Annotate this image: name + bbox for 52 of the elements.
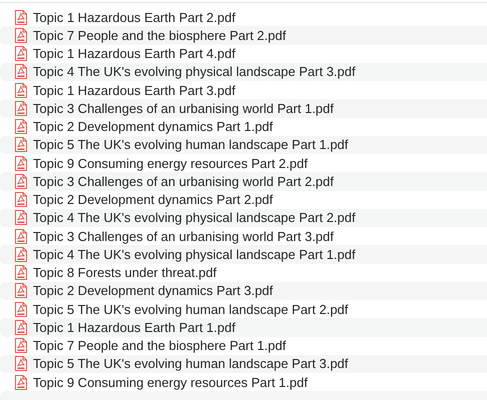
pdf-file-icon — [15, 320, 27, 335]
pdf-file-icon — [15, 82, 27, 98]
file-row[interactable]: Topic 1 Hazardous Earth Part 1.pdf — [0, 318, 487, 336]
file-name: Topic 4 The UK's evolving physical landscape Part 2.pdf — [33, 211, 356, 224]
pdf-file-icon — [15, 137, 27, 152]
file-row[interactable]: Topic 5 The UK's evolving human landscape Part 1.pdf — [0, 136, 487, 154]
file-name: Topic 3 Challenges of an urbanising world Part 3.pdf — [33, 230, 334, 243]
file-row[interactable]: Topic 3 Challenges of an urbanising world Part 2.pdf — [0, 172, 487, 190]
file-name: Topic 1 Hazardous Earth Part 3.pdf — [33, 84, 236, 97]
pdf-file-icon — [15, 46, 27, 62]
pdf-file-icon — [15, 156, 27, 171]
file-name: Topic 8 Forests under threat.pdf — [33, 266, 217, 280]
file-name: Topic 7 People and the biosphere Part 2.pdf — [33, 28, 286, 42]
file-name: Topic 3 Challenges of an urbanising world Part 2.pdf — [33, 174, 334, 188]
pdf-file-icon — [15, 192, 27, 208]
pdf-file-icon — [15, 302, 27, 317]
file-name: Topic 5 The UK's evolving human landscape Part 2.pdf — [33, 302, 348, 316]
file-name: Topic 9 Consuming energy resources Part 1.pdf — [33, 376, 308, 389]
file-name: Topic 5 The UK's evolving human landscape Part 3.pdf — [33, 357, 348, 370]
file-name: Topic 1 Hazardous Earth Part 4.pdf — [33, 47, 236, 60]
file-name: Topic 9 Consuming energy resources Part 2.pdf — [33, 156, 308, 170]
pdf-file-icon — [15, 228, 27, 244]
pdf-file-icon — [15, 119, 27, 134]
pdf-file-icon — [15, 356, 27, 372]
file-row[interactable]: Topic 4 The UK's evolving physical landscape Part 3.pdf — [0, 62, 487, 81]
file-row[interactable]: Topic 5 The UK's evolving human landscape Part 3.pdf — [0, 354, 487, 373]
file-row[interactable]: Topic 3 Challenges of an urbanising world Part 1.pdf — [0, 99, 487, 118]
pdf-file-icon — [15, 28, 27, 43]
pdf-file-icon — [15, 265, 27, 280]
file-name: Topic 2 Development dynamics Part 3.pdf — [33, 284, 273, 298]
file-name: Topic 5 The UK's evolving human landscape Part 1.pdf — [33, 138, 348, 152]
pdf-file-icon — [15, 10, 27, 25]
file-name: Topic 4 The UK's evolving physical landscape Part 3.pdf — [33, 65, 356, 78]
file-row[interactable]: Topic 4 The UK's evolving physical landscape Part 2.pdf — [0, 208, 487, 227]
file-name: Topic 1 Hazardous Earth Part 2.pdf — [33, 10, 236, 24]
pdf-file-icon — [15, 174, 27, 189]
file-row[interactable]: Topic 4 The UK's evolving physical landscape Part 1.pdf — [0, 245, 487, 264]
file-name: Topic 3 Challenges of an urbanising world Part 1.pdf — [33, 102, 334, 115]
file-name: Topic 4 The UK's evolving physical landscape Part 1.pdf — [33, 248, 356, 261]
pdf-file-icon — [15, 246, 27, 262]
file-row[interactable]: Topic 2 Development dynamics Part 3.pdf — [0, 282, 487, 300]
pdf-file-icon — [15, 64, 27, 80]
file-name: Topic 2 Development dynamics Part 2.pdf — [33, 193, 273, 206]
pdf-file-icon — [15, 210, 27, 226]
file-row[interactable]: Topic 7 People and the biosphere Part 2.pdf — [0, 26, 487, 44]
file-name: Topic 2 Development dynamics Part 1.pdf — [33, 120, 273, 134]
file-name: Topic 1 Hazardous Earth Part 1.pdf — [33, 320, 236, 334]
pdf-file-icon — [15, 374, 27, 390]
pdf-file-icon — [15, 283, 27, 298]
pdf-file-icon — [15, 100, 27, 116]
file-name: Topic 7 People and the biosphere Part 1.pdf — [33, 339, 286, 352]
pdf-file-icon — [15, 338, 27, 354]
